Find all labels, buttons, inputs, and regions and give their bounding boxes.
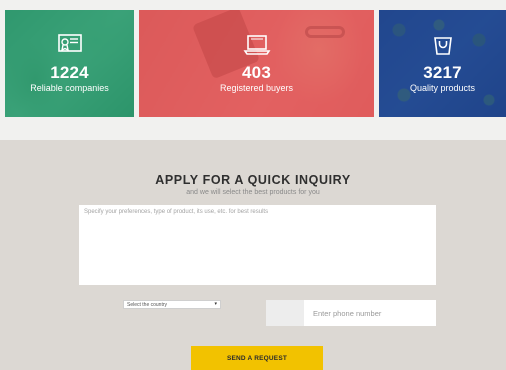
stat-card-buyers: 403 Registered buyers [139, 10, 374, 117]
stat-card-companies: 1224 Reliable companies [5, 10, 134, 117]
certificate-icon [57, 34, 82, 52]
stat-label: Registered buyers [219, 83, 294, 93]
phone-field-group [266, 300, 436, 326]
stat-label: Reliable companies [30, 83, 109, 93]
stat-card-products: 3217 Quality products [379, 10, 506, 117]
inquiry-section: APPLY FOR A QUICK INQUIRY and we will se… [0, 140, 506, 370]
phone-prefix-box[interactable] [266, 300, 304, 326]
stat-number: 1224 [50, 63, 89, 82]
inquiry-title: APPLY FOR A QUICK INQUIRY [155, 173, 351, 187]
country-select-value: Select the country [127, 301, 168, 308]
inquiry-message-textarea[interactable] [79, 205, 436, 285]
inquiry-subtitle: and we will select the best products for… [186, 189, 320, 196]
country-select[interactable]: Select the country ▾ [123, 300, 221, 309]
shopping-bag-icon [433, 37, 452, 55]
stats-strip: 1224 Reliable companies 403 Registered b… [0, 0, 506, 140]
stat-label: Quality products [409, 83, 476, 93]
laptop-icon [243, 35, 270, 55]
stat-number: 403 [242, 63, 271, 82]
stat-number: 3217 [423, 63, 462, 82]
send-request-button[interactable]: SEND A REQUEST [191, 346, 323, 370]
dropdown-arrow-icon: ▾ [214, 301, 217, 307]
phone-input[interactable] [304, 300, 436, 326]
